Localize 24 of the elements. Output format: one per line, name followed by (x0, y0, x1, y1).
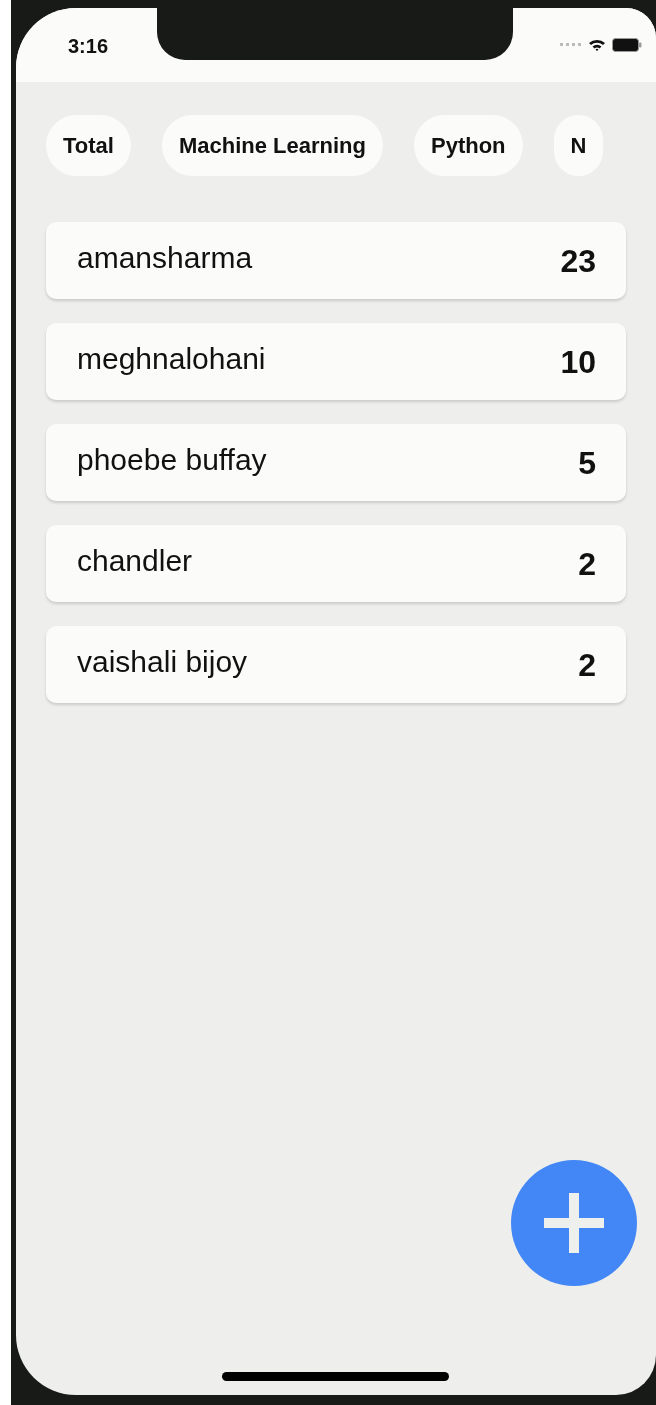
user-count: 5 (578, 443, 596, 483)
user-name: chandler (77, 543, 193, 579)
status-time: 3:16 (68, 36, 109, 56)
user-count: 10 (560, 342, 596, 382)
user-name: vaishali bijoy (77, 644, 248, 680)
leaderboard-row[interactable]: meghnalohani 10 (46, 323, 626, 400)
signal-icon (560, 43, 582, 47)
battery-icon (612, 38, 642, 52)
user-count: 2 (578, 544, 596, 584)
user-count: 2 (578, 645, 596, 685)
user-name: meghnalohani (77, 341, 266, 377)
filter-chip[interactable]: N (553, 115, 604, 176)
plus-icon (544, 1193, 604, 1253)
leaderboard-row[interactable]: chandler 2 (46, 525, 626, 602)
filter-chip[interactable]: Python (413, 115, 523, 176)
leaderboard-row[interactable]: vaishali bijoy 2 (46, 626, 626, 703)
user-count: 23 (560, 241, 596, 281)
leaderboard-row[interactable]: phoebe buffay 5 (46, 424, 626, 501)
user-name: phoebe buffay (77, 442, 267, 478)
wifi-icon (588, 38, 606, 52)
filter-chip[interactable]: Machine Learning (161, 115, 383, 176)
user-name: amansharma (77, 240, 253, 276)
leaderboard-row[interactable]: amansharma 23 (46, 222, 626, 299)
filter-chip[interactable]: Total (46, 115, 131, 176)
